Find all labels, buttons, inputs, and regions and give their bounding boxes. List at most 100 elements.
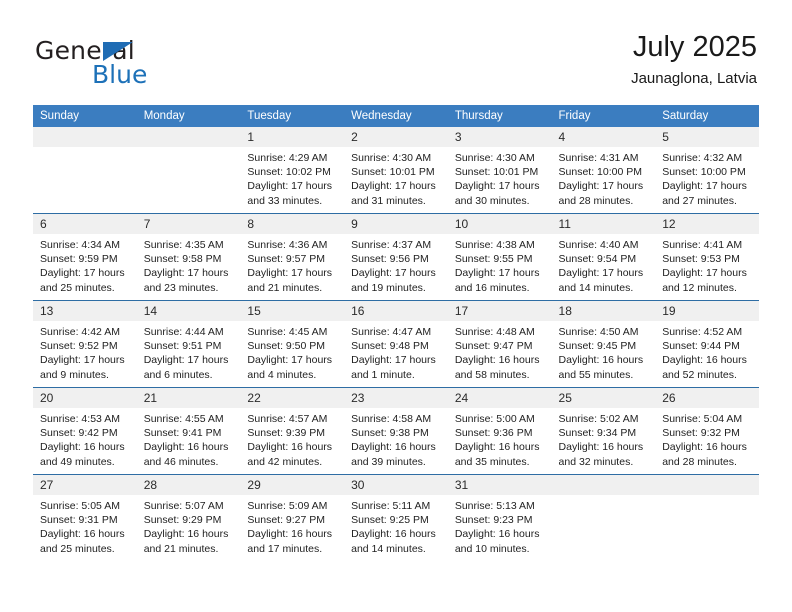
day-number: 31 (447, 475, 552, 495)
calendar-day-cell[interactable]: 25 Sunrise: 5:02 AM Sunset: 9:34 PM Dayligh… (551, 387, 656, 475)
calendar-day-cell[interactable]: 30 Sunrise: 5:11 AM Sunset: 9:25 PM Dayligh… (344, 474, 448, 561)
calendar-day-cell[interactable]: 3 Sunrise: 4:30 AM Sunset: 10:01 PM Dayligh… (447, 127, 552, 214)
page-header: General Blue July 2025 Jaunaglona, Latvi… (35, 30, 757, 96)
daylight-text-line1: Daylight: 16 hours (143, 528, 229, 541)
day-details: Sunrise: 5:00 AM Sunset: 9:36 PM Daylight:… (448, 408, 552, 469)
daylight-text-line2: and 10 minutes. (454, 542, 530, 555)
sunrise-text: Sunrise: 5:04 AM (662, 413, 743, 425)
page-subtitle: Jaunaglona, Latvia (631, 70, 757, 87)
calendar-day-cell[interactable]: 26 Sunrise: 5:04 AM Sunset: 9:32 PM Dayligh… (655, 387, 759, 475)
day-number: 15 (240, 301, 345, 321)
day-details: Sunrise: 4:38 AM Sunset: 9:55 PM Daylight:… (448, 234, 552, 295)
sunset-text: Sunset: 9:56 PM (351, 253, 429, 266)
sunset-text: Sunset: 9:42 PM (40, 427, 118, 440)
calendar-day-cell[interactable]: 14 Sunrise: 4:44 AM Sunset: 9:51 PM Dayligh… (136, 300, 241, 388)
daylight-text-line2: and 33 minutes. (247, 194, 323, 207)
calendar-day-cell[interactable]: 4 Sunrise: 4:31 AM Sunset: 10:00 PM Dayligh… (551, 127, 656, 214)
sunset-text: Sunset: 9:31 PM (40, 514, 118, 527)
calendar-day-cell[interactable]: 19 Sunrise: 4:52 AM Sunset: 9:44 PM Dayligh… (655, 300, 759, 388)
day-number: 29 (240, 475, 345, 495)
sunset-text: Sunset: 9:57 PM (247, 253, 326, 266)
calendar-day-cell[interactable]: 1 Sunrise: 4:29 AM Sunset: 10:02 PM Dayligh… (240, 127, 345, 214)
day-details: Sunrise: 4:40 AM Sunset: 9:54 PM Daylight:… (552, 234, 656, 295)
calendar-day-cell[interactable]: 16 Sunrise: 4:47 AM Sunset: 9:48 PM Dayligh… (344, 300, 448, 388)
calendar-day-cell[interactable]: 8 Sunrise: 4:36 AM Sunset: 9:57 PM Daylight… (240, 213, 345, 301)
calendar-day-cell[interactable]: 9 Sunrise: 4:37 AM Sunset: 9:56 PM Daylight… (344, 213, 448, 301)
sunrise-text: Sunrise: 4:41 AM (662, 239, 743, 251)
daylight-text-line2: and 6 minutes. (143, 368, 213, 381)
calendar-day-cell[interactable]: 10 Sunrise: 4:38 AM Sunset: 9:55 PM Dayligh… (447, 213, 552, 301)
day-number: 28 (136, 475, 241, 495)
calendar-cell-empty (655, 474, 759, 561)
daylight-text-line2: and 46 minutes. (143, 455, 219, 468)
day-details: Sunrise: 5:07 AM Sunset: 9:29 PM Daylight:… (137, 495, 241, 556)
day-number (33, 127, 137, 147)
sunrise-text: Sunrise: 4:34 AM (40, 239, 120, 251)
calendar-cell-empty (33, 127, 137, 214)
sunset-text: Sunset: 10:02 PM (247, 166, 331, 179)
calendar-day-cell[interactable]: 7 Sunrise: 4:35 AM Sunset: 9:58 PM Daylight… (136, 213, 241, 301)
daylight-text-line2: and 39 minutes. (351, 455, 426, 468)
day-details: Sunrise: 4:48 AM Sunset: 9:47 PM Daylight:… (448, 321, 552, 382)
day-number: 2 (344, 127, 448, 147)
calendar-day-cell[interactable]: 28 Sunrise: 5:07 AM Sunset: 9:29 PM Dayligh… (136, 474, 241, 561)
daylight-text-line1: Daylight: 17 hours (247, 267, 333, 280)
daylight-text-line2: and 17 minutes. (247, 542, 323, 555)
day-details: Sunrise: 4:58 AM Sunset: 9:38 PM Daylight:… (344, 408, 448, 469)
sunset-text: Sunset: 9:54 PM (558, 253, 637, 266)
day-number: 20 (33, 388, 137, 408)
sunrise-text: Sunrise: 5:05 AM (40, 500, 120, 512)
calendar-day-cell[interactable]: 27 Sunrise: 5:05 AM Sunset: 9:31 PM Dayligh… (33, 474, 137, 561)
weekday-header-saturday: Saturday (655, 105, 759, 127)
sunset-text: Sunset: 9:53 PM (662, 253, 740, 266)
day-number: 19 (655, 301, 759, 321)
calendar-week-row: 20 Sunrise: 4:53 AM Sunset: 9:42 PM Dayligh… (33, 387, 759, 475)
daylight-text-line1: Daylight: 16 hours (143, 441, 229, 454)
calendar-day-cell[interactable]: 12 Sunrise: 4:41 AM Sunset: 9:53 PM Dayligh… (655, 213, 759, 301)
day-details: Sunrise: 4:37 AM Sunset: 9:56 PM Daylight:… (344, 234, 448, 295)
calendar-day-cell[interactable]: 23 Sunrise: 4:58 AM Sunset: 9:38 PM Dayligh… (344, 387, 448, 475)
calendar-day-cell[interactable]: 13 Sunrise: 4:42 AM Sunset: 9:52 PM Dayligh… (33, 300, 137, 388)
sunset-text: Sunset: 9:38 PM (351, 427, 429, 440)
calendar-day-cell[interactable]: 5 Sunrise: 4:32 AM Sunset: 10:00 PM Dayligh… (655, 127, 759, 214)
sunset-text: Sunset: 9:39 PM (247, 427, 326, 440)
day-number (136, 127, 241, 147)
calendar-day-cell[interactable]: 24 Sunrise: 5:00 AM Sunset: 9:36 PM Dayligh… (447, 387, 552, 475)
daylight-text-line1: Daylight: 17 hours (351, 354, 436, 367)
daylight-text-line1: Daylight: 17 hours (40, 267, 125, 280)
calendar-day-cell[interactable]: 2 Sunrise: 4:30 AM Sunset: 10:01 PM Dayligh… (344, 127, 448, 214)
weekday-header-sunday: Sunday (33, 105, 137, 127)
sunset-text: Sunset: 9:51 PM (143, 340, 222, 353)
calendar-day-cell[interactable]: 17 Sunrise: 4:48 AM Sunset: 9:47 PM Dayligh… (447, 300, 552, 388)
day-details: Sunrise: 4:44 AM Sunset: 9:51 PM Daylight:… (137, 321, 241, 382)
calendar-day-cell[interactable]: 22 Sunrise: 4:57 AM Sunset: 9:39 PM Dayligh… (240, 387, 345, 475)
day-number: 14 (136, 301, 241, 321)
daylight-text-line1: Daylight: 16 hours (454, 354, 540, 367)
day-details: Sunrise: 4:53 AM Sunset: 9:42 PM Daylight:… (33, 408, 137, 469)
sunrise-text: Sunrise: 4:30 AM (454, 152, 535, 164)
sunset-text: Sunset: 9:50 PM (247, 340, 326, 353)
day-number: 25 (551, 388, 656, 408)
calendar-day-cell[interactable]: 6 Sunrise: 4:34 AM Sunset: 9:59 PM Daylight… (33, 213, 137, 301)
day-number: 1 (240, 127, 345, 147)
sunset-text: Sunset: 9:27 PM (247, 514, 326, 527)
day-number: 24 (447, 388, 552, 408)
sunrise-text: Sunrise: 5:09 AM (247, 500, 328, 512)
calendar-day-cell[interactable]: 21 Sunrise: 4:55 AM Sunset: 9:41 PM Dayligh… (136, 387, 241, 475)
calendar-day-cell[interactable]: 15 Sunrise: 4:45 AM Sunset: 9:50 PM Dayligh… (240, 300, 345, 388)
daylight-text-line1: Daylight: 17 hours (351, 267, 436, 280)
sunset-text: Sunset: 9:34 PM (558, 427, 637, 440)
daylight-text-line1: Daylight: 17 hours (247, 354, 333, 367)
calendar-week-row: 27 Sunrise: 5:05 AM Sunset: 9:31 PM Dayligh… (33, 474, 759, 561)
sunset-text: Sunset: 9:44 PM (662, 340, 740, 353)
calendar-day-cell[interactable]: 29 Sunrise: 5:09 AM Sunset: 9:27 PM Dayligh… (240, 474, 345, 561)
calendar-day-cell[interactable]: 11 Sunrise: 4:40 AM Sunset: 9:54 PM Dayligh… (551, 213, 656, 301)
calendar-day-cell[interactable]: 18 Sunrise: 4:50 AM Sunset: 9:45 PM Dayligh… (551, 300, 656, 388)
calendar-day-cell[interactable]: 20 Sunrise: 4:53 AM Sunset: 9:42 PM Dayligh… (33, 387, 137, 475)
sunset-text: Sunset: 10:01 PM (351, 166, 435, 179)
calendar-day-cell[interactable]: 31 Sunrise: 5:13 AM Sunset: 9:23 PM Dayligh… (447, 474, 552, 561)
sunrise-text: Sunrise: 5:13 AM (454, 500, 535, 512)
weekday-header-row: Sunday Monday Tuesday Wednesday Thursday… (33, 105, 759, 127)
daylight-text-line1: Daylight: 17 hours (558, 180, 644, 193)
daylight-text-line2: and 35 minutes. (454, 455, 530, 468)
